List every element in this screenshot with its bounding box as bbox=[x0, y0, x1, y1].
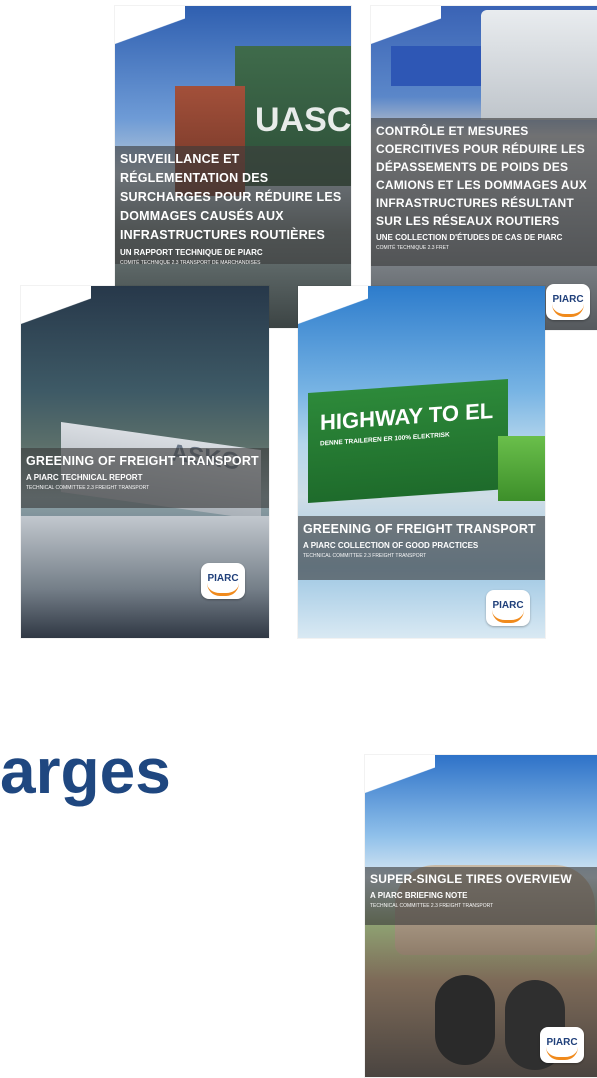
cover-committee: TECHNICAL COMMITTEE 2.3 FREIGHT TRANSPOR… bbox=[370, 903, 494, 909]
piarc-logo: PIARC bbox=[201, 563, 245, 599]
cover-committee: TECHNICAL COMMITTEE 2.3 FREIGHT TRANSPOR… bbox=[26, 485, 150, 491]
report-cover-super-single[interactable]: www.piarc.org 2023R28EN SUPER-SINGLE TIR… bbox=[365, 755, 597, 1077]
cover-subtitle: A PIARC BRIEFING NOTE bbox=[370, 891, 468, 900]
piarc-logo-arc bbox=[492, 610, 524, 623]
cover-meta: www.piarc.org 2023R14FR bbox=[121, 12, 150, 22]
piarc-logo: PIARC bbox=[540, 1027, 584, 1063]
cover-title: GREENING OF FREIGHT TRANSPORT bbox=[303, 522, 536, 536]
report-cover-greening-practices[interactable]: HIGHWAY TO EL DENNE TRAILEREN ER 100% EL… bbox=[298, 286, 545, 638]
cover-committee: TECHNICAL COMMITTEE 2.3 FREIGHT TRANSPOR… bbox=[303, 553, 427, 559]
cover-title: SURVEILLANCE ET RÉGLEMENTATION DES SURCH… bbox=[120, 152, 342, 242]
green-cab-shape bbox=[498, 436, 545, 501]
cover-subtitle: A PIARC COLLECTION OF GOOD PRACTICES bbox=[303, 541, 479, 550]
piarc-logo-arc bbox=[546, 1047, 578, 1060]
container-label: UASC bbox=[255, 101, 351, 139]
report-cover-controle[interactable]: www.piarc.org 2023R14FR CONTRÔLE ET MESU… bbox=[371, 6, 597, 330]
piarc-logo-arc bbox=[207, 583, 239, 596]
cover-meta: www.piarc.org 2023TC23EN bbox=[27, 292, 56, 302]
cover-title-band: SUPER-SINGLE TIRES OVERVIEW A PIARC BRIE… bbox=[365, 867, 597, 925]
cover-subtitle: A PIARC TECHNICAL REPORT bbox=[26, 473, 143, 482]
piarc-logo: PIARC bbox=[486, 590, 530, 626]
cover-title: GREENING OF FREIGHT TRANSPORT bbox=[26, 454, 259, 468]
truck-cab-shape bbox=[481, 10, 597, 120]
cover-meta: www.piarc.org 2023R14FR bbox=[377, 12, 406, 22]
tire-left-shape bbox=[435, 975, 495, 1065]
cover-title-band: SURVEILLANCE ET RÉGLEMENTATION DES SURCH… bbox=[115, 146, 351, 266]
section-heading: arges bbox=[0, 735, 171, 807]
report-cover-surveillance[interactable]: UASC www.piarc.org 2023R14FR SURVEILLANC… bbox=[115, 6, 351, 328]
cover-title: CONTRÔLE ET MESURES COERCITIVES POUR RÉD… bbox=[376, 124, 587, 228]
cover-title: SUPER-SINGLE TIRES OVERVIEW bbox=[370, 872, 572, 886]
cover-title-band: GREENING OF FREIGHT TRANSPORT A PIARC TE… bbox=[21, 448, 269, 508]
cover-meta: www.piarc.org 2023R28EN bbox=[371, 761, 400, 771]
cover-title-band: GREENING OF FREIGHT TRANSPORT A PIARC CO… bbox=[298, 516, 545, 580]
piarc-logo-arc bbox=[552, 304, 584, 317]
cover-subtitle: UN RAPPORT TECHNIQUE DE PIARC bbox=[120, 248, 263, 257]
cover-meta: www.piarc.org 2023R26EN bbox=[304, 292, 333, 302]
cover-committee: COMITÉ TECHNIQUE 2.3 TRANSPORT DE MARCHA… bbox=[120, 260, 261, 266]
cover-subtitle: UNE COLLECTION D'ÉTUDES DE CAS DE PIARC bbox=[376, 233, 563, 242]
cover-title-band: CONTRÔLE ET MESURES COERCITIVES POUR RÉD… bbox=[371, 118, 597, 266]
piarc-logo: PIARC bbox=[546, 284, 590, 320]
report-cover-greening-technical[interactable]: ASKO www.piarc.org 2023TC23EN GREENING O… bbox=[21, 286, 269, 638]
cover-committee: COMITÉ TECHNIQUE 2.3 FRET bbox=[376, 245, 449, 251]
